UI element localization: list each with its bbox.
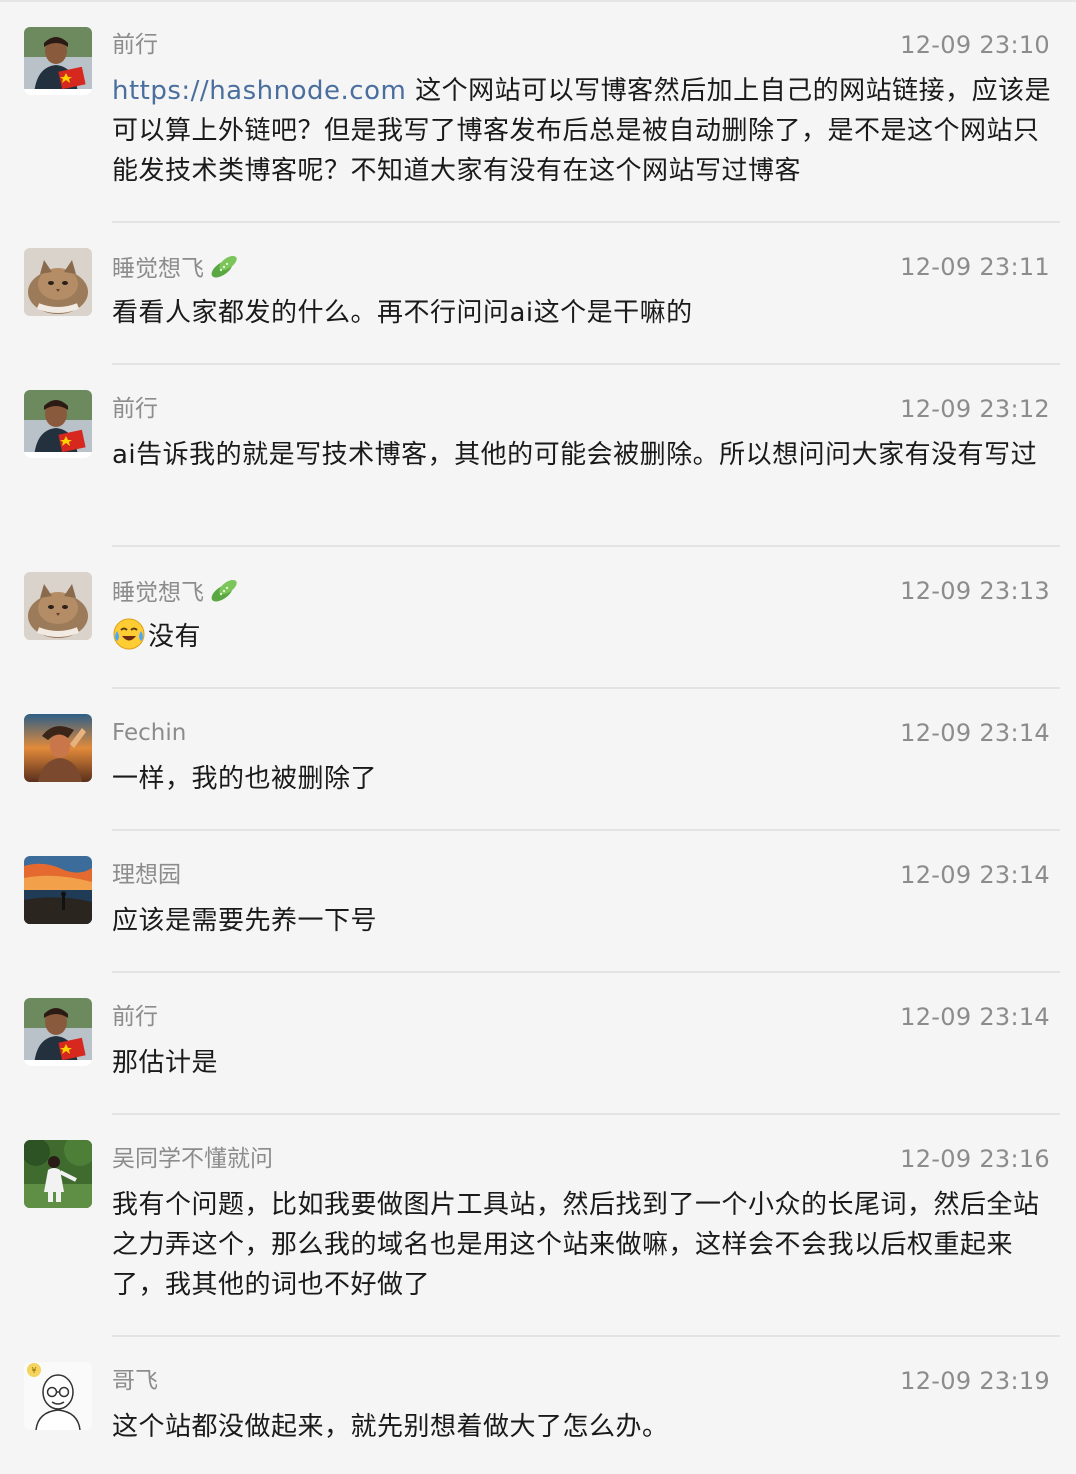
- sender-name[interactable]: 睡觉想飞: [112, 576, 240, 612]
- message-divider: [112, 1113, 1060, 1115]
- message-timestamp: 12-09 23:16: [900, 1145, 1050, 1173]
- message-timestamp: 12-09 23:14: [900, 861, 1050, 889]
- sunset-portrait-avatar[interactable]: [24, 714, 92, 782]
- sender-name[interactable]: 前行: [112, 30, 158, 60]
- message-text: ai告诉我的就是写技术博客，其他的可能会被删除。所以想问问大家有没有写过: [112, 440, 1038, 470]
- message-divider: [112, 1335, 1060, 1337]
- message-text: 一样，我的也被删除了: [112, 764, 378, 794]
- cucumber-icon: [208, 252, 240, 288]
- message-divider: [112, 545, 1060, 547]
- message-divider: [112, 829, 1060, 831]
- message-text-body: 没有: [148, 622, 202, 652]
- person-in-forest-avatar[interactable]: [24, 1140, 92, 1208]
- sender-name[interactable]: 前行: [112, 394, 158, 424]
- sender-name[interactable]: 吴同学不懂就问: [112, 1144, 273, 1174]
- message-text: 应该是需要先养一下号: [112, 906, 378, 936]
- sender-name-text: 睡觉想飞: [112, 256, 204, 282]
- man-with-flag-avatar[interactable]: [24, 390, 92, 458]
- message-text: 没有: [112, 617, 1056, 663]
- message-timestamp: 12-09 23:14: [900, 719, 1050, 747]
- message-divider: [112, 687, 1060, 689]
- message-text: 那估计是: [112, 1048, 219, 1078]
- crying-laughing-emoji-icon: [112, 617, 146, 663]
- message-divider: [112, 971, 1060, 973]
- sender-name[interactable]: 哥飞: [112, 1366, 158, 1396]
- cucumber-icon: [208, 576, 240, 612]
- sender-name[interactable]: 理想园: [112, 860, 181, 890]
- message-text: https://hashnode.com 这个网站可以写博客然后加上自己的网站链…: [112, 71, 1056, 191]
- sender-name[interactable]: 睡觉想飞: [112, 252, 240, 288]
- message-timestamp: 12-09 23:11: [900, 253, 1050, 281]
- cat-avatar[interactable]: [24, 248, 92, 316]
- cat-avatar[interactable]: [24, 572, 92, 640]
- man-with-flag-avatar[interactable]: [24, 27, 92, 95]
- sender-name[interactable]: Fechin: [112, 718, 186, 748]
- sender-name[interactable]: 前行: [112, 1002, 158, 1032]
- message-link[interactable]: https://hashnode.com: [112, 76, 406, 106]
- chat-message-list: 前行 12-09 23:10 https://hashnode.com 这个网站…: [0, 0, 1076, 1474]
- message-timestamp: 12-09 23:13: [900, 577, 1050, 605]
- message-timestamp: 12-09 23:12: [900, 395, 1050, 423]
- message-timestamp: 12-09 23:14: [900, 1003, 1050, 1031]
- svg-text:¥: ¥: [31, 1366, 36, 1375]
- message-timestamp: 12-09 23:10: [900, 31, 1050, 59]
- message-text: 我有个问题，比如我要做图片工具站，然后找到了一个小众的长尾词，然后全站之力弄这个…: [112, 1190, 1040, 1300]
- message-text: 看看人家都发的什么。再不行问问ai这个是干嘛的: [112, 298, 693, 328]
- lake-sunset-avatar[interactable]: [24, 856, 92, 924]
- cartoon-bald-man-avatar[interactable]: ¥: [24, 1362, 92, 1430]
- message-divider: [112, 221, 1060, 223]
- message-divider: [112, 363, 1060, 365]
- message-timestamp: 12-09 23:19: [900, 1367, 1050, 1395]
- man-with-flag-avatar[interactable]: [24, 998, 92, 1066]
- sender-name-text: 睡觉想飞: [112, 580, 204, 606]
- message-text: 这个站都没做起来，就先别想着做大了怎么办。: [112, 1412, 669, 1442]
